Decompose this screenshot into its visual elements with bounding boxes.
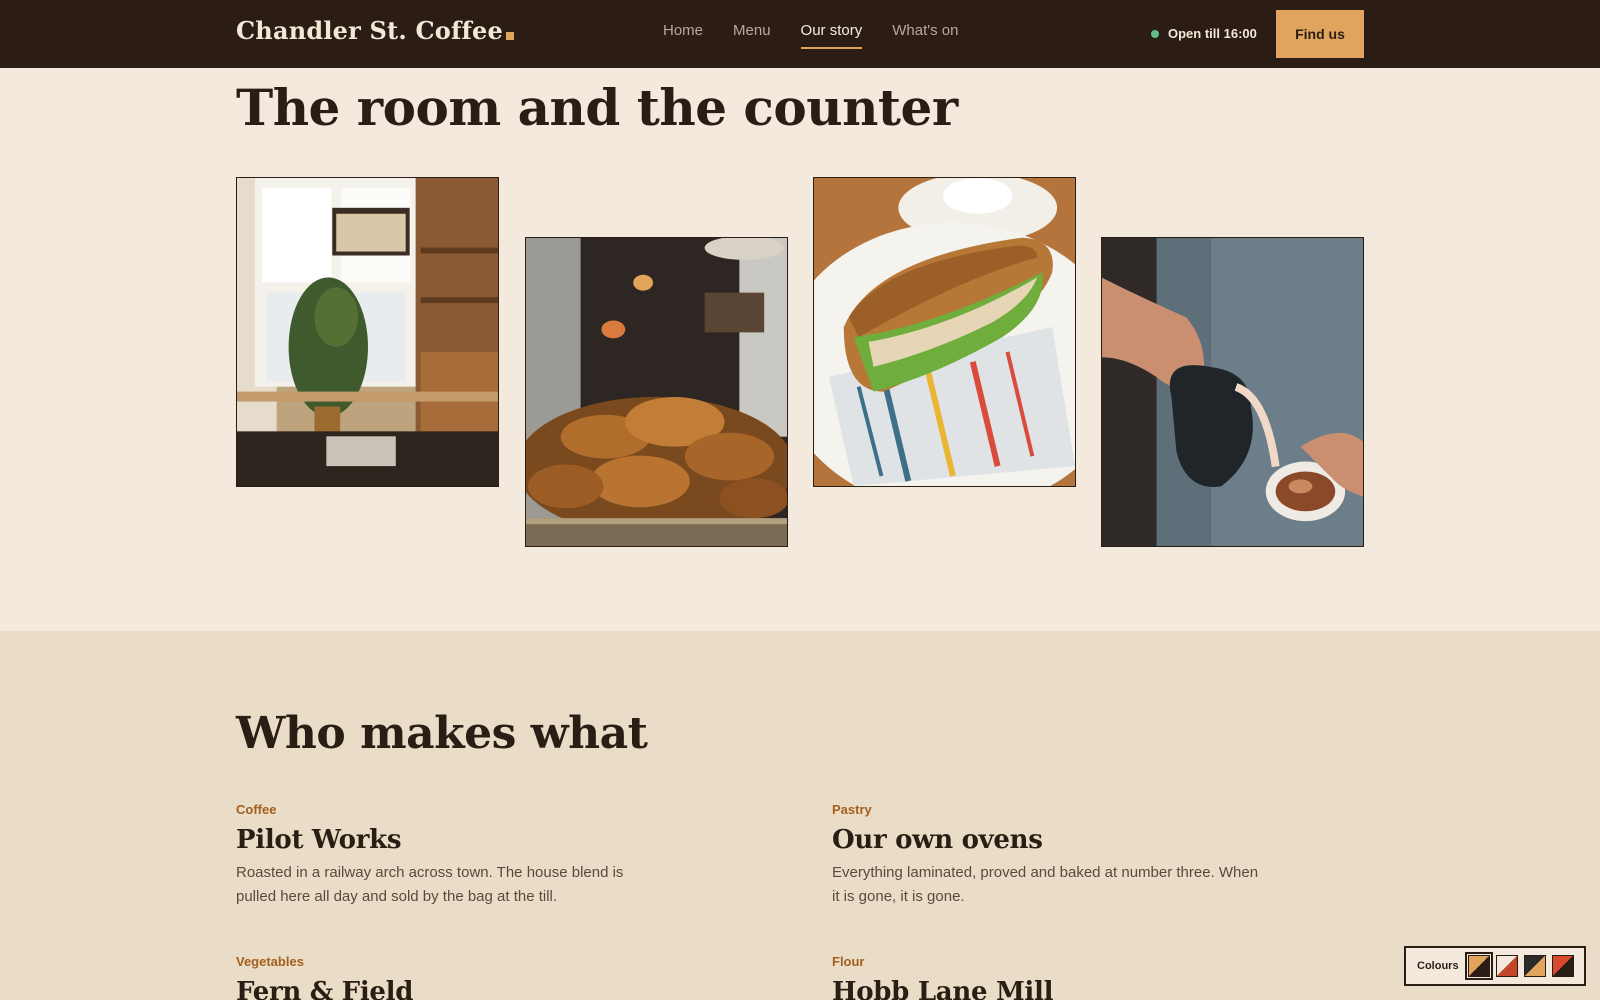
cafe-interior-photo [236, 177, 499, 487]
maker-category: Coffee [236, 802, 277, 817]
maker-category: Pastry [832, 802, 872, 817]
maker-category: Flour [832, 954, 865, 969]
maker-card-vegetables: Vegetables Fern & Field [236, 954, 666, 1000]
dark-gold-swatch[interactable] [1523, 955, 1546, 977]
cream-red-swatch[interactable] [1495, 955, 1518, 977]
status-text: Open till 16:00 [1168, 26, 1257, 41]
maker-name: Hobb Lane Mill [832, 977, 1054, 1000]
maker-name: Our own ovens [832, 825, 1043, 855]
maker-description: Everything laminated, proved and baked a… [832, 864, 1259, 905]
baguette-sandwich-photo [813, 177, 1076, 487]
opening-status: Open till 16:00 [1151, 26, 1257, 41]
brand-logo[interactable]: Chandler St. Coffee [236, 16, 514, 45]
maker-card-pastry: Pastry Our own ovens Everything laminate… [832, 802, 1262, 909]
find-us-button[interactable]: Find us [1276, 10, 1364, 58]
brand-square-icon [505, 32, 514, 40]
maker-name: Fern & Field [236, 977, 414, 1000]
nav-whats-on[interactable]: What's on [892, 22, 958, 49]
room-heading: The room and the counter [236, 78, 958, 137]
brand-name[interactable]: Chandler St. Coffee [236, 16, 503, 45]
warm-swatch[interactable] [1464, 952, 1493, 980]
site-header: Chandler St. Coffee Home Menu Our story … [0, 0, 1600, 68]
room-section: The room and the counter [0, 68, 1600, 631]
maker-name: Pilot Works [236, 825, 402, 855]
maker-card-coffee: Coffee Pilot Works Roasted in a railway … [236, 802, 666, 909]
makers-section: Who makes what Coffee Pilot Works Roaste… [0, 631, 1600, 1000]
maker-category: Vegetables [236, 954, 304, 969]
main-nav: Home Menu Our story What's on [663, 22, 958, 49]
nav-our-story[interactable]: Our story [800, 22, 862, 49]
makers-heading: Who makes what [236, 708, 648, 759]
latte-pour-photo [1101, 237, 1364, 547]
maker-card-flour: Flour Hobb Lane Mill [832, 954, 1262, 1000]
nav-home[interactable]: Home [663, 22, 703, 49]
colours-label: Colours [1417, 960, 1459, 972]
open-indicator-icon [1151, 29, 1159, 38]
croissants-photo [525, 237, 788, 547]
red-dark-swatch[interactable] [1551, 955, 1574, 977]
maker-description: Roasted in a railway arch across town. T… [236, 864, 624, 905]
colour-scheme-switcher: Colours [1404, 946, 1586, 986]
nav-menu[interactable]: Menu [733, 22, 771, 49]
